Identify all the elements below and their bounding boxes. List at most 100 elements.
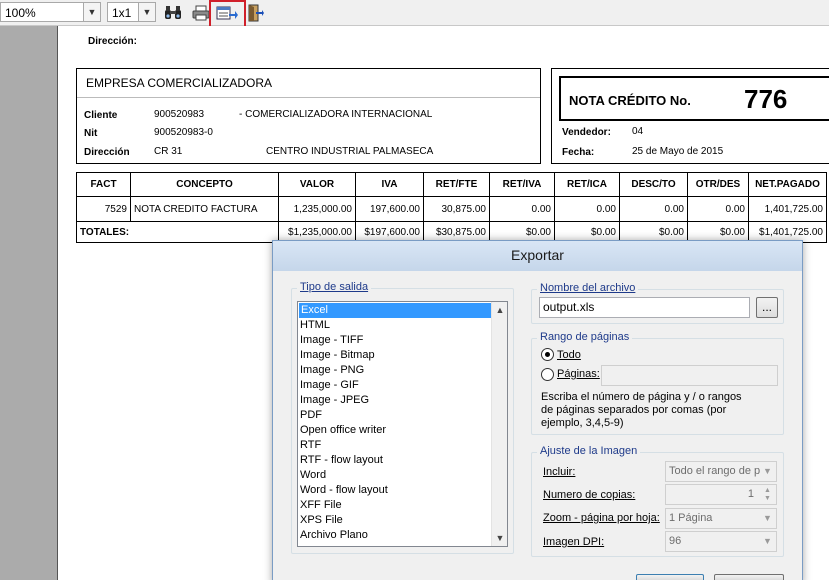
- direccion-label: Dirección: [84, 147, 130, 158]
- chevron-down-icon[interactable]: ▼: [760, 533, 775, 549]
- output-type-option[interactable]: Image - JPEG: [298, 393, 507, 408]
- dialog-title: Exportar: [511, 247, 564, 263]
- output-type-option[interactable]: Word - flow layout: [298, 483, 507, 498]
- direccion-header-label: Dirección:: [88, 36, 137, 47]
- totals-label: TOTALES:: [76, 221, 279, 243]
- exit-button[interactable]: [244, 2, 266, 23]
- output-type-option[interactable]: Archivo Plano: [298, 528, 507, 543]
- table-cell: 30,875.00: [423, 196, 490, 222]
- range-hint-line-3: ejemplo, 3,4,5-9): [541, 417, 624, 429]
- table-cell: 0.00: [554, 196, 620, 222]
- range-hint-line-2: de páginas separados por comas (por: [541, 404, 727, 416]
- output-type-option[interactable]: Image - TIFF: [298, 333, 507, 348]
- output-type-option[interactable]: Excel: [298, 302, 492, 319]
- scroll-down-icon[interactable]: ▼: [492, 530, 507, 546]
- range-all-label[interactable]: Todo: [557, 349, 581, 361]
- list-scrollbar[interactable]: ▲ ▼: [491, 302, 507, 546]
- dpi-value: 96: [669, 535, 682, 547]
- range-pages-input[interactable]: [601, 365, 778, 386]
- table-row: 7529 NOTA CREDITO FACTURA 1,235,000.00 1…: [76, 196, 827, 222]
- binoculars-icon: [165, 5, 181, 19]
- column-header: CONCEPTO: [130, 172, 279, 197]
- detail-table: FACT CONCEPTO VALOR IVA RET/FTE RET/IVA …: [76, 172, 827, 243]
- table-cell: 1,235,000.00: [278, 196, 356, 222]
- table-cell: NOTA CREDITO FACTURA: [130, 196, 279, 222]
- nit-value: 900520983-0: [154, 127, 213, 138]
- find-button[interactable]: [162, 2, 184, 23]
- page-layout-select[interactable]: 1x1 ▼: [107, 2, 156, 22]
- incluir-value: Todo el rango de p: [669, 465, 761, 477]
- file-name-group-title: Nombre del archivo: [537, 282, 639, 294]
- output-type-option[interactable]: XPS File: [298, 513, 507, 528]
- browse-button[interactable]: ...: [756, 297, 778, 318]
- incluir-select[interactable]: Todo el rango de p ▼: [665, 461, 777, 482]
- column-header: VALOR: [278, 172, 356, 197]
- table-cell: 0.00: [619, 196, 688, 222]
- range-pages-radio[interactable]: [541, 368, 554, 381]
- copies-stepper[interactable]: 1 ▲ ▼: [665, 484, 777, 505]
- output-type-items: Excel HTML Image - TIFF Image - Bitmap Image…: [298, 302, 507, 543]
- chevron-down-icon[interactable]: ▼: [760, 510, 775, 526]
- column-header: FACT: [76, 172, 131, 197]
- scroll-up-icon[interactable]: ▲: [492, 302, 507, 318]
- zoom-dialog-value: 1 Página: [669, 512, 713, 524]
- export-highlight-box: [209, 0, 246, 28]
- output-type-option[interactable]: RTF - flow layout: [298, 453, 507, 468]
- nota-credito-title: NOTA CRÉDITO No.: [569, 93, 691, 108]
- cliente-id: 900520983: [154, 109, 205, 120]
- copies-value: 1: [747, 488, 754, 500]
- dpi-label: Imagen DPI:: [543, 536, 605, 548]
- output-type-option[interactable]: Open office writer: [298, 423, 507, 438]
- column-header: IVA: [355, 172, 424, 197]
- dialog-titlebar[interactable]: Exportar: [273, 241, 802, 271]
- range-hint-line-1: Escriba el número de página y / o rangos: [541, 391, 742, 403]
- column-header: DESC/TO: [619, 172, 688, 197]
- zoom-select[interactable]: 100% ▼: [0, 2, 101, 22]
- vendedor-label: Vendedor:: [562, 127, 611, 138]
- output-type-option[interactable]: RTF: [298, 438, 507, 453]
- chevron-down-icon[interactable]: ▼: [760, 463, 775, 479]
- cancel-button[interactable]: [714, 574, 784, 580]
- direccion-value: CR 31: [154, 146, 183, 157]
- table-cell: 0.00: [687, 196, 749, 222]
- zoom-value: 100%: [5, 6, 36, 20]
- chevron-down-icon[interactable]: ▼: [138, 3, 155, 21]
- image-settings-group-title: Ajuste de la Imagen: [537, 445, 641, 457]
- table-cell: 1,401,725.00: [748, 196, 827, 222]
- range-pages-label[interactable]: Páginas:: [557, 368, 600, 380]
- output-type-option[interactable]: Image - PNG: [298, 363, 507, 378]
- page-range-group-title: Rango de páginas: [537, 331, 633, 343]
- output-type-option[interactable]: Image - Bitmap: [298, 348, 507, 363]
- output-type-option[interactable]: PDF: [298, 408, 507, 423]
- stepper-arrows-icon[interactable]: ▲ ▼: [760, 486, 775, 502]
- output-type-option[interactable]: HTML: [298, 318, 507, 333]
- zoom-select-dialog[interactable]: 1 Página ▼: [665, 508, 777, 529]
- vendedor-value: 04: [632, 126, 644, 137]
- output-type-option[interactable]: Image - GIF: [298, 378, 507, 393]
- cliente-label: Cliente: [84, 110, 118, 121]
- fecha-label: Fecha:: [562, 147, 595, 158]
- accept-button[interactable]: [636, 574, 704, 580]
- table-cell: 0.00: [489, 196, 555, 222]
- dpi-select[interactable]: 96 ▼: [665, 531, 777, 552]
- column-header: NET.PAGADO: [748, 172, 827, 197]
- nota-credito-number: 776: [744, 84, 788, 114]
- chevron-down-icon[interactable]: ▼: [83, 3, 100, 21]
- fecha-value: 25 de Mayo de 2015: [632, 146, 724, 157]
- company-divider: [77, 97, 540, 98]
- column-header: RET/FTE: [423, 172, 490, 197]
- file-name-input[interactable]: output.xls: [539, 297, 750, 318]
- nit-label: Nit: [84, 128, 98, 139]
- toolbar: 100% ▼ 1x1 ▼: [0, 0, 829, 28]
- printer-icon: [192, 5, 210, 20]
- output-type-option[interactable]: XFF File: [298, 498, 507, 513]
- range-all-radio[interactable]: [541, 348, 554, 361]
- column-header: RET/ICA: [554, 172, 620, 197]
- output-type-option[interactable]: Word: [298, 468, 507, 483]
- table-cell: 7529: [76, 196, 131, 222]
- exit-door-icon: [248, 4, 264, 21]
- output-type-list[interactable]: Excel HTML Image - TIFF Image - Bitmap Image…: [297, 301, 508, 547]
- copies-label: Numero de copias:: [543, 489, 636, 501]
- incluir-label: Incluir:: [543, 466, 576, 478]
- nota-credito-box: NOTA CRÉDITO No. 776 Vendedor: 04 Fecha:…: [551, 68, 829, 164]
